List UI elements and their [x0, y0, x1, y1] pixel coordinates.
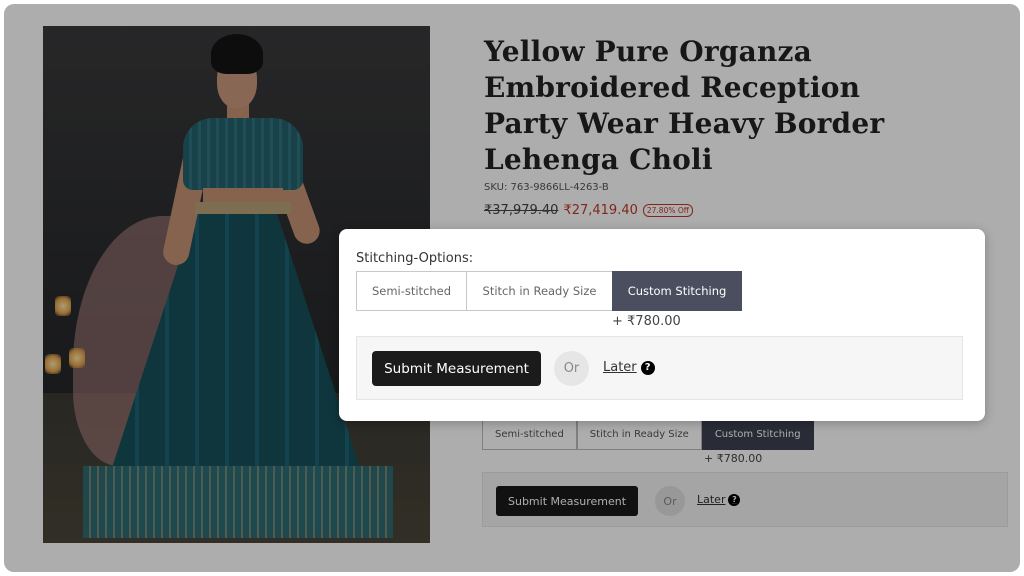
later-link[interactable]: Later ? [603, 360, 655, 375]
stitching-option-group: Semi-stitched Stitch in Ready Size Custo… [356, 271, 742, 311]
custom-stitching-option[interactable]: Custom Stitching [612, 271, 742, 311]
or-divider: Or [554, 351, 589, 386]
browser-frame: Yellow Pure Organza Embroidered Receptio… [4, 4, 1020, 572]
help-icon[interactable]: ? [640, 360, 655, 375]
custom-stitching-price: + ₹780.00 [612, 314, 681, 329]
semi-stitched-option[interactable]: Semi-stitched [356, 271, 467, 311]
product-page: Yellow Pure Organza Embroidered Receptio… [4, 4, 1020, 572]
measurement-panel: Submit Measurement Or Later ? [356, 336, 963, 400]
stitching-options-popup: Stitching-Options: Semi-stitched Stitch … [339, 229, 985, 421]
stitch-in-ready-size-option[interactable]: Stitch in Ready Size [466, 271, 613, 311]
later-label[interactable]: Later [603, 360, 637, 375]
submit-measurement-button[interactable]: Submit Measurement [372, 351, 541, 386]
stitching-options-label: Stitching-Options: [356, 251, 474, 266]
